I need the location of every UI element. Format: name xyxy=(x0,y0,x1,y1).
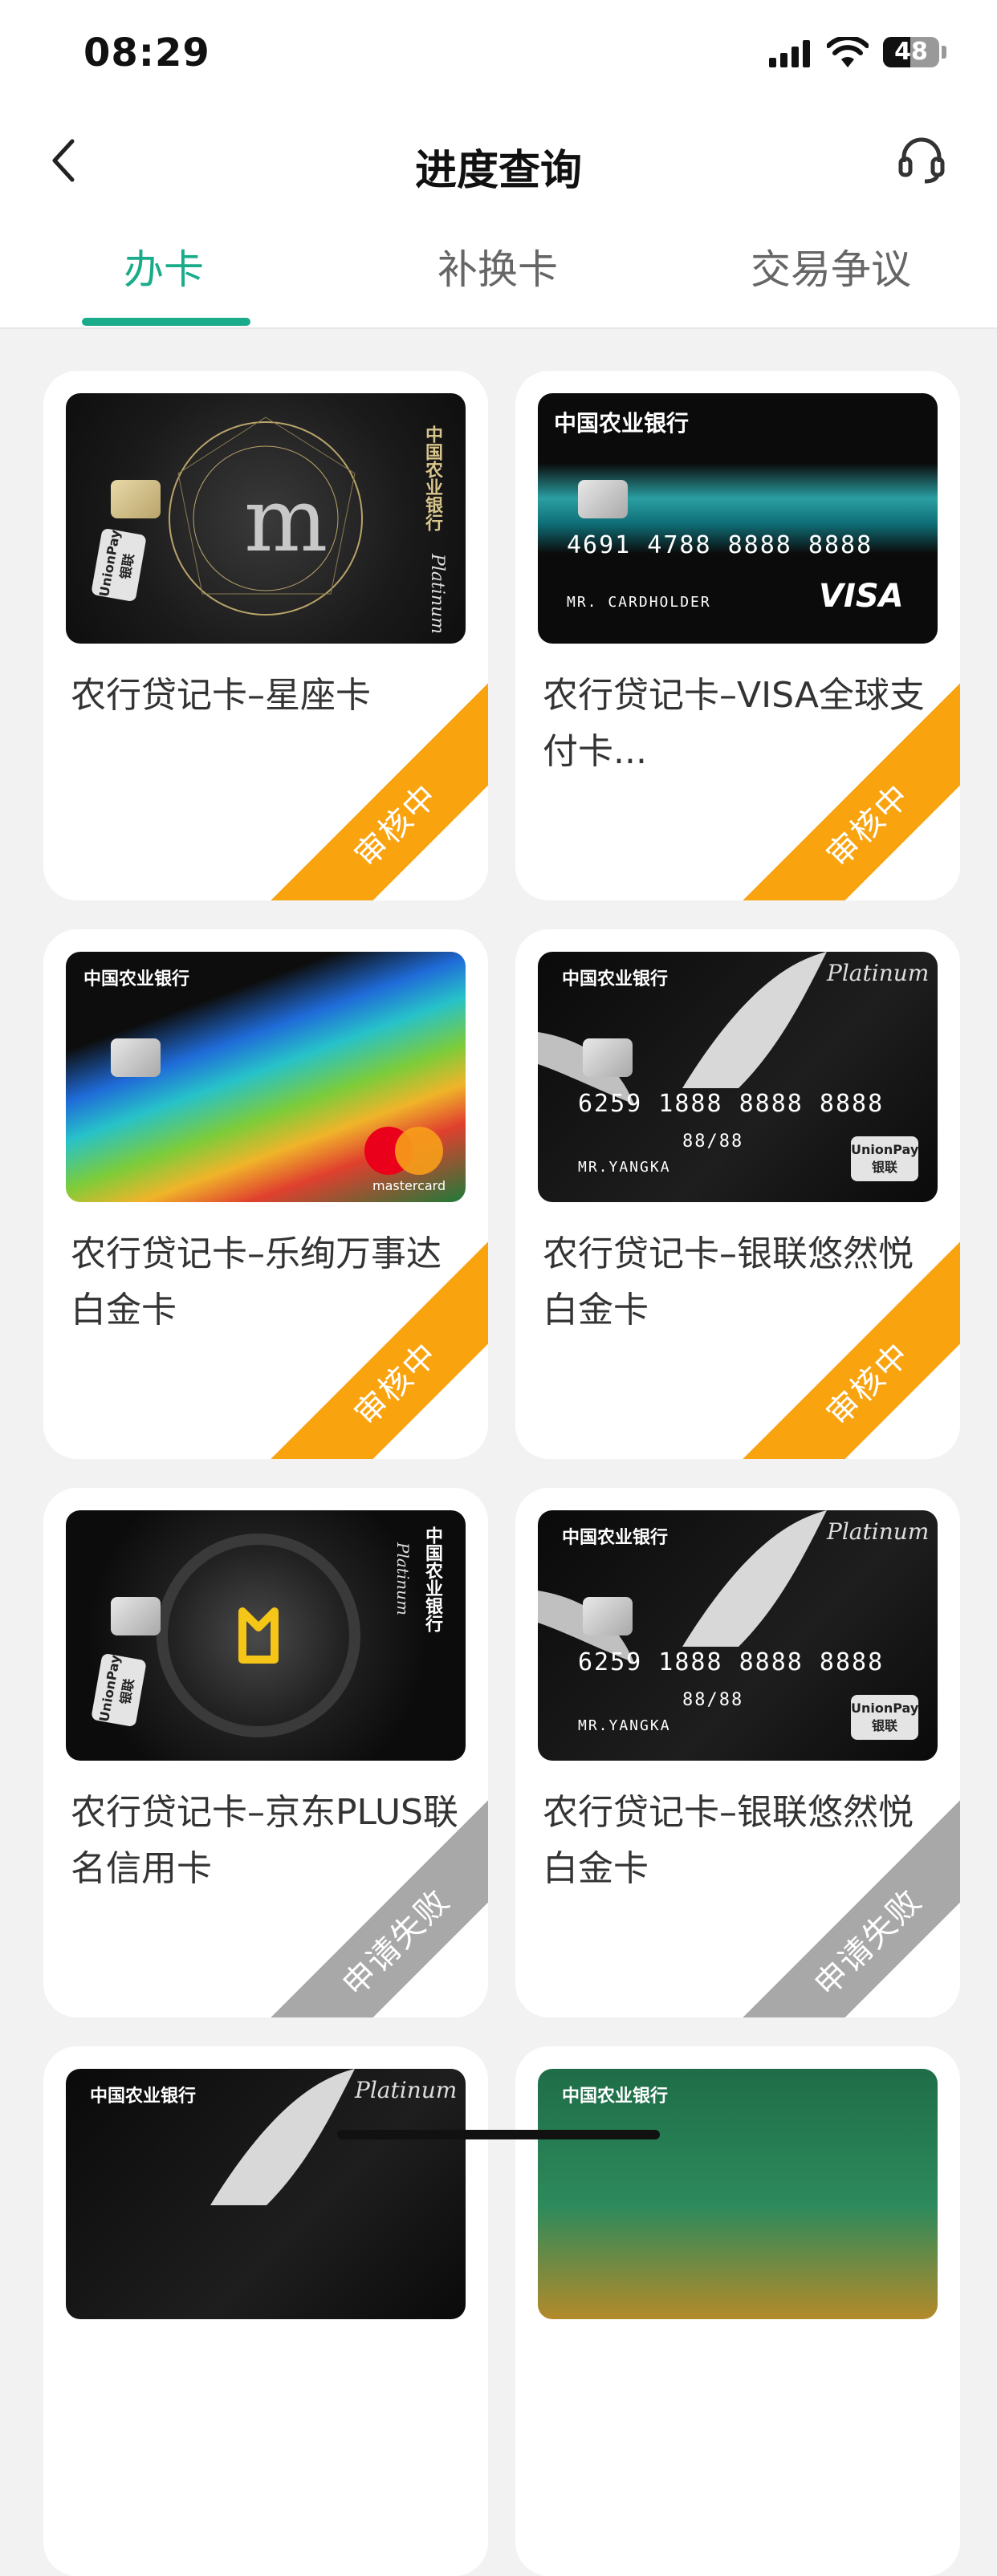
card-chip xyxy=(583,1038,633,1077)
cellular-signal-icon xyxy=(769,40,812,67)
card-number: 6259 1888 8888 8888 xyxy=(578,1090,885,1118)
card-tier: Platinum xyxy=(827,1518,930,1545)
bank-name: 中国农业银行 xyxy=(562,969,669,989)
card-name: 农行贷记卡–京东PLUS联名信用卡 xyxy=(71,1792,458,1889)
card-name: 农行贷记卡–乐绚万事达白金卡 xyxy=(71,1233,442,1331)
card-image: 中国农业银行 mastercard xyxy=(66,952,466,1202)
bank-name: 中国农业银行 xyxy=(83,969,190,989)
mastercard-circle-orange xyxy=(395,1127,443,1175)
card-chip xyxy=(578,480,628,518)
status-time: 08:29 xyxy=(83,30,210,75)
bank-name: 中国农业银行 xyxy=(562,1528,669,1548)
card-holder: MR. CARDHOLDER xyxy=(567,594,711,611)
card-name: 农行贷记卡–VISA全球支付卡... xyxy=(543,675,925,772)
card-image: 中国农业银行 Platinum 6259 1888 8888 8888 88/8… xyxy=(538,1510,938,1761)
battery-level: 48 xyxy=(894,38,928,66)
tab-apply-card[interactable]: 办卡 xyxy=(83,238,244,295)
bank-name: 中国农业银行 xyxy=(422,1526,442,1632)
card-image: UnionPay 银联 中国农业银行 Platinum xyxy=(66,1510,466,1761)
card-holder: MR.YANGKA xyxy=(578,1717,671,1734)
bank-name: 中国农业银行 xyxy=(90,2086,197,2107)
application-card[interactable]: 中国农业银行 mastercard 农行贷记卡–乐绚万事达白金卡 审核中 xyxy=(43,929,488,1459)
nav-header: 进度查询 xyxy=(0,104,997,217)
active-tab-indicator xyxy=(82,318,250,326)
card-name: 农行贷记卡–星座卡 xyxy=(71,675,371,716)
card-number: 4691 4788 8888 8888 xyxy=(567,531,873,559)
card-name: 农行贷记卡–银联悠然悦白金卡 xyxy=(543,1233,914,1331)
card-holder: MR.YANGKA xyxy=(578,1159,671,1176)
card-tier: Platinum xyxy=(427,554,447,635)
card-image: 中国农业银行 Platinum xyxy=(66,2069,466,2319)
application-card[interactable]: 中国农业银行 Platinum 6259 1888 8888 8888 88/8… xyxy=(515,929,960,1459)
tab-transaction-dispute[interactable]: 交易争议 xyxy=(722,238,939,295)
card-tier: Platinum xyxy=(355,2077,458,2103)
status-bar: 08:29 48 xyxy=(0,0,997,104)
application-card[interactable]: m UnionPay 银联 中国农业银行 Platinum 农行贷记卡–星座卡 … xyxy=(43,371,488,900)
visa-logo: VISA xyxy=(819,578,904,615)
card-chip xyxy=(583,1597,633,1635)
application-card[interactable]: 中国农业银行 xyxy=(515,2046,960,2576)
card-tier: Platinum xyxy=(393,1542,413,1615)
wifi-icon xyxy=(827,37,869,67)
card-tier: Platinum xyxy=(827,960,930,986)
svg-text:m: m xyxy=(244,469,328,571)
card-expiry: 88/88 xyxy=(682,1690,744,1710)
tab-bar: 办卡 补换卡 交易争议 xyxy=(0,217,997,329)
card-chip xyxy=(111,480,161,518)
home-indicator[interactable] xyxy=(337,2130,660,2139)
mastercard-logo: mastercard xyxy=(372,1178,446,1193)
card-name: 农行贷记卡–银联悠然悦白金卡 xyxy=(543,1792,914,1889)
tab-replace-card[interactable]: 补换卡 xyxy=(417,238,578,295)
page-title: 进度查询 xyxy=(414,147,582,195)
unionpay-logo: UnionPay 银联 xyxy=(851,1136,918,1181)
unionpay-logo: UnionPay 银联 xyxy=(851,1695,918,1740)
battery-tip xyxy=(942,46,946,59)
battery-icon: 48 xyxy=(883,37,939,67)
headset-icon[interactable] xyxy=(896,133,947,185)
application-card[interactable]: UnionPay 银联 中国农业银行 Platinum 农行贷记卡–京东PLUS… xyxy=(43,1488,488,2017)
bank-name: 中国农业银行 xyxy=(554,410,690,437)
card-number: 6259 1888 8888 8888 xyxy=(578,1648,885,1676)
card-chip xyxy=(111,1597,161,1635)
bank-name: 中国农业银行 xyxy=(422,425,442,531)
card-image: 中国农业银行 xyxy=(538,2069,938,2319)
card-image: 中国农业银行 Platinum 6259 1888 8888 8888 88/8… xyxy=(538,952,938,1202)
card-image: 中国农业银行 4691 4788 8888 8888 MR. CARDHOLDE… xyxy=(538,393,938,644)
card-expiry: 88/88 xyxy=(682,1132,744,1152)
application-card[interactable]: 中国农业银行 Platinum xyxy=(43,2046,488,2576)
card-chip xyxy=(111,1038,161,1077)
constellation-art: m xyxy=(169,416,363,616)
application-card[interactable]: 中国农业银行 Platinum 6259 1888 8888 8888 88/8… xyxy=(515,1488,960,2017)
application-card[interactable]: 中国农业银行 4691 4788 8888 8888 MR. CARDHOLDE… xyxy=(515,371,960,900)
bank-name: 中国农业银行 xyxy=(562,2086,669,2107)
card-image: m UnionPay 银联 中国农业银行 Platinum xyxy=(66,393,466,644)
